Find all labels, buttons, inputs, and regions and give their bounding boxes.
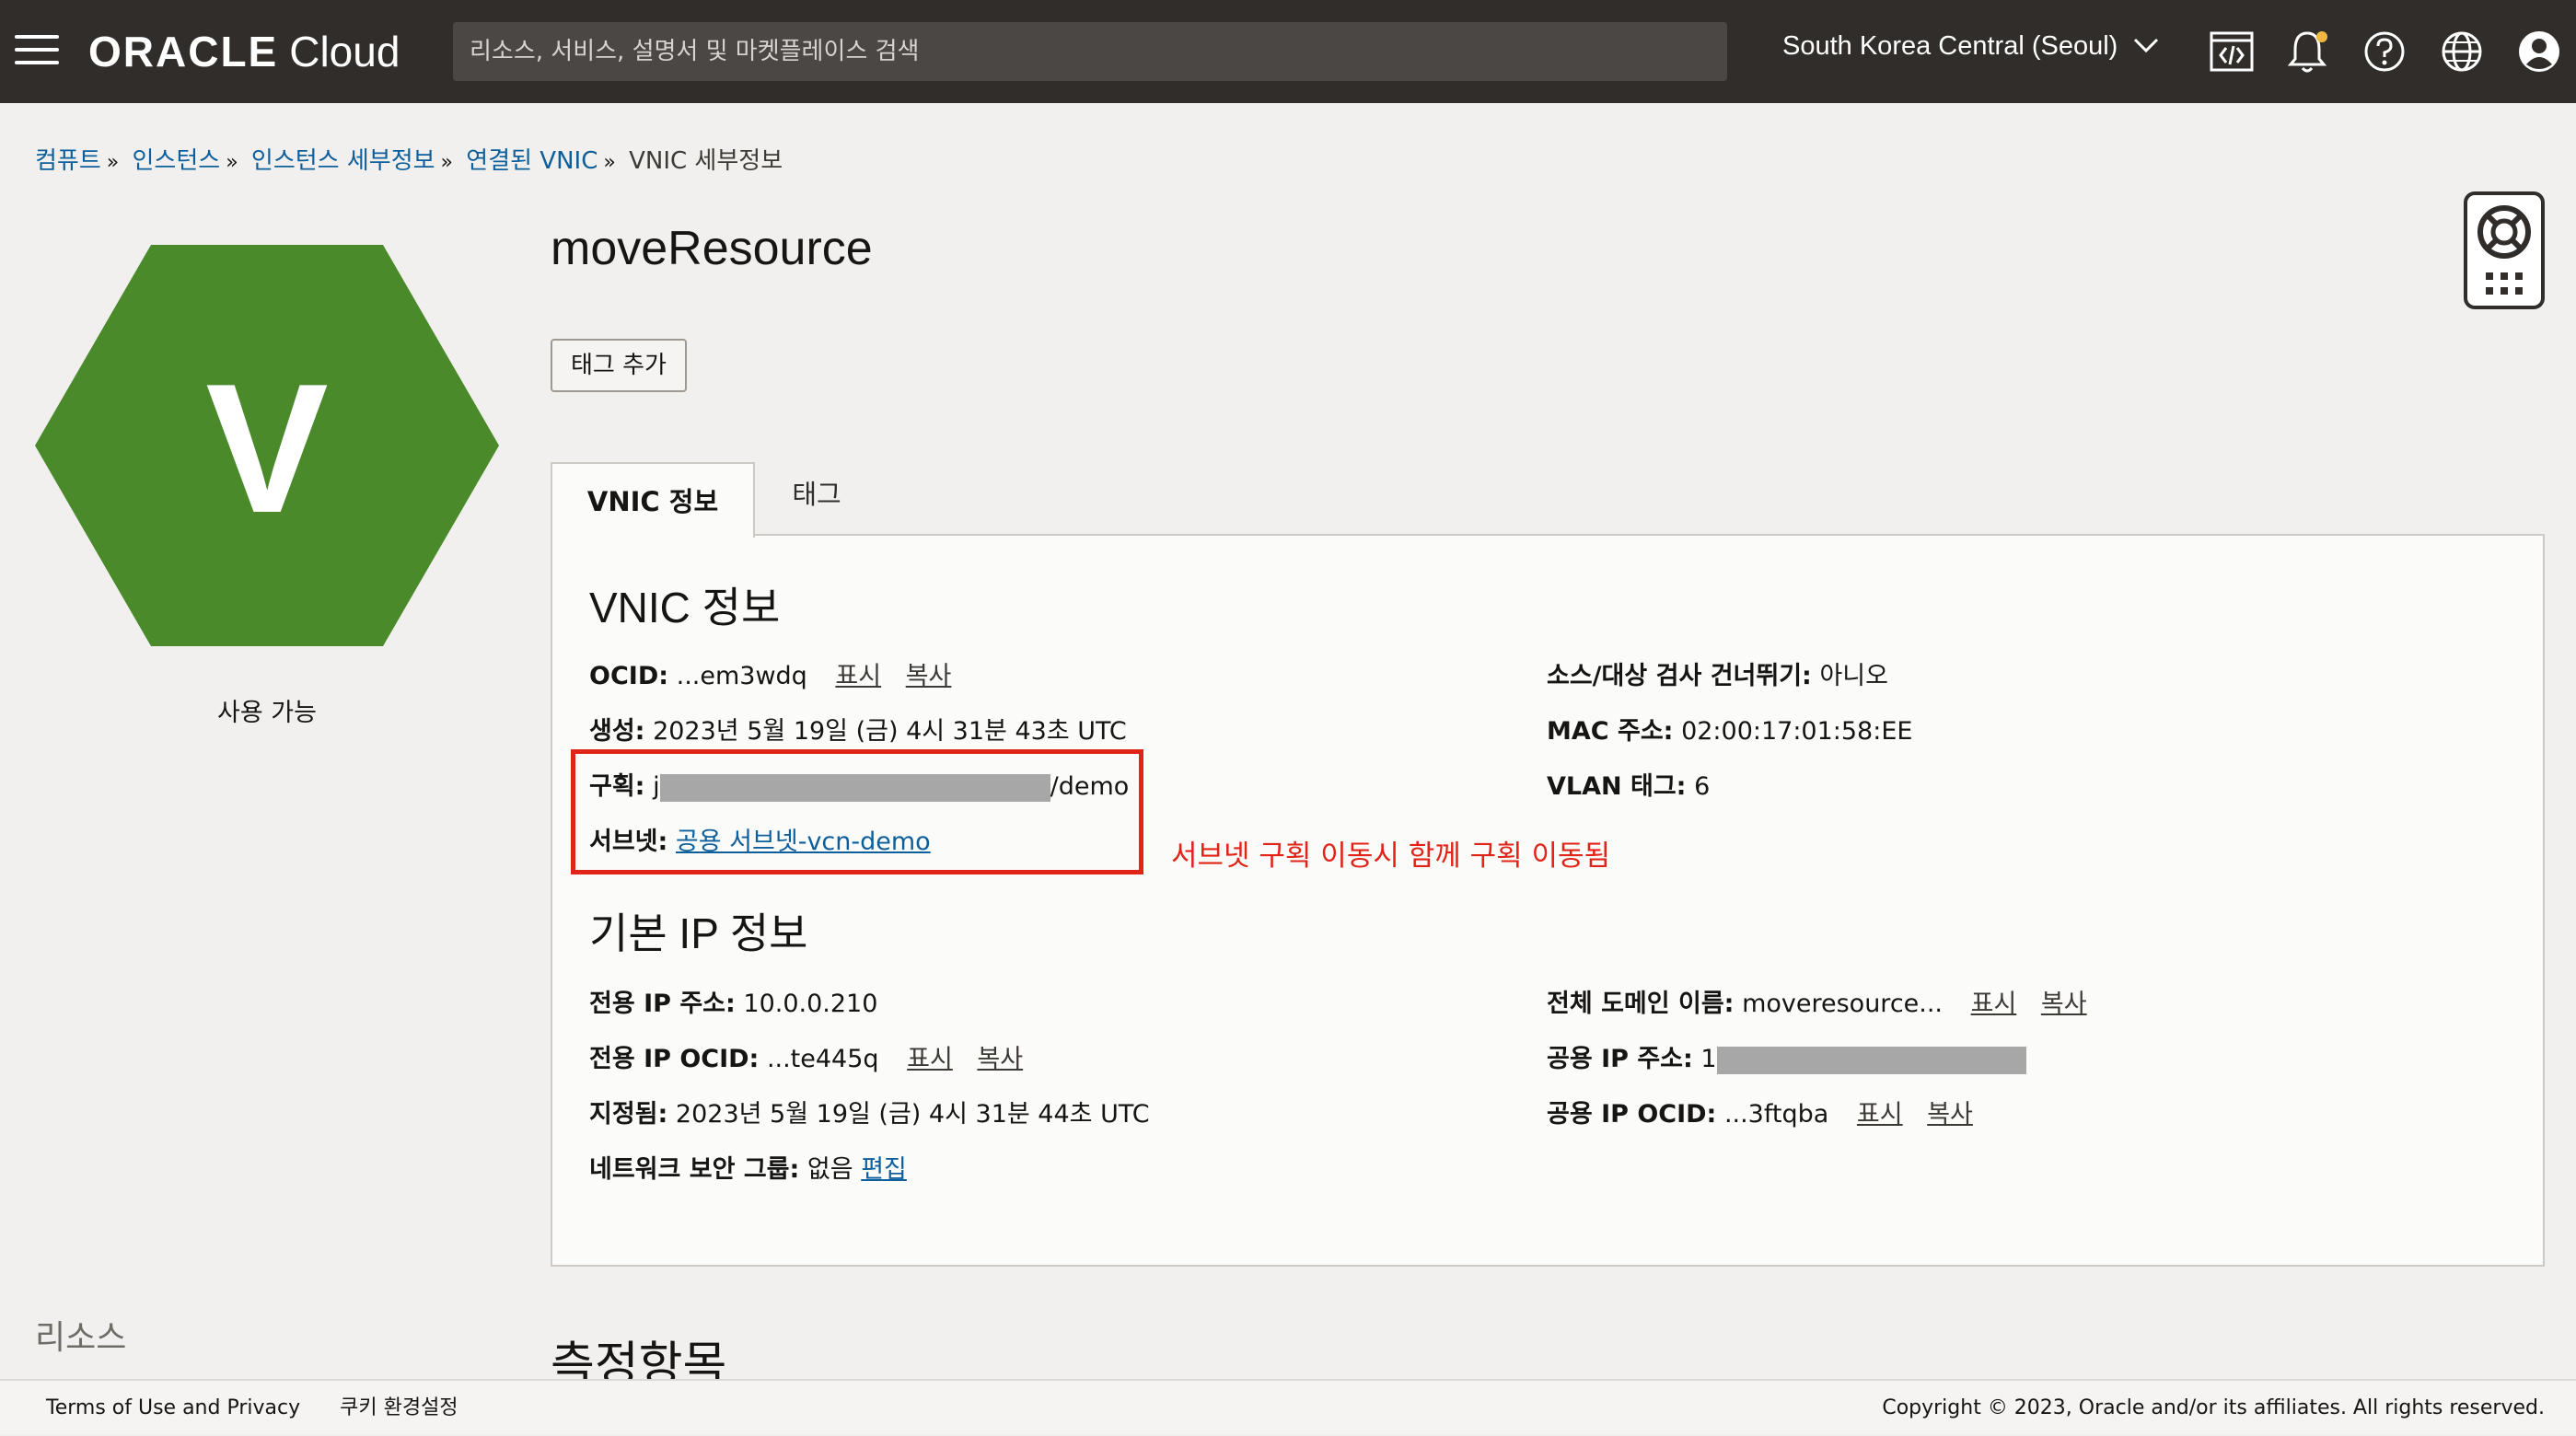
- ocid-row: OCID: ...em3wdq 표시 복사: [589, 662, 952, 690]
- region-selector[interactable]: South Korea Central (Seoul): [1782, 31, 2160, 62]
- private-ocid-row: 전용 IP OCID: ...te445q 표시 복사: [589, 1045, 1024, 1073]
- tab-vnic-info[interactable]: VNIC 정보: [551, 462, 755, 538]
- fqdn-copy-link[interactable]: 복사: [2041, 990, 2087, 1018]
- top-navigation-bar: ORACLE Cloud 리소스, 서비스, 설명서 및 마켓플레이스 검색 So…: [0, 0, 2576, 103]
- tab-tags[interactable]: 태그: [760, 462, 873, 538]
- resources-heading: 리소스: [35, 1319, 127, 1357]
- avatar-letter: V: [205, 346, 328, 551]
- ocid-copy-link[interactable]: 복사: [906, 662, 952, 690]
- cookie-preferences-link[interactable]: 쿠키 환경설정: [340, 1396, 458, 1419]
- fqdn-show-link[interactable]: 표시: [1971, 990, 2017, 1018]
- help-icon[interactable]: [2359, 26, 2410, 77]
- fqdn-row: 전체 도메인 이름: moveresource... 표시 복사: [1547, 990, 2087, 1018]
- vlan-row: VLAN 태그: 6: [1547, 772, 1711, 801]
- breadcrumb-compute[interactable]: 컴퓨트: [35, 147, 101, 175]
- breadcrumb: 컴퓨트» 인스턴스» 인스턴스 세부정보» 연결된 VNIC» VNIC 세부정…: [35, 147, 783, 175]
- menu-icon[interactable]: [15, 35, 59, 68]
- globe-icon[interactable]: [2436, 26, 2488, 77]
- lifebuoy-icon: [2477, 205, 2531, 295]
- primary-ip-heading: 기본 IP 정보: [589, 909, 808, 957]
- oracle-cloud-logo[interactable]: ORACLE Cloud: [88, 29, 400, 74]
- public-ocid-row: 공용 IP OCID: ...3ftqba 표시 복사: [1547, 1100, 1973, 1129]
- chevron-down-icon: [2132, 31, 2160, 62]
- terms-link[interactable]: Terms of Use and Privacy: [46, 1396, 300, 1419]
- user-icon[interactable]: [2513, 26, 2565, 77]
- public-ip-row: 공용 IP 주소: 1: [1547, 1038, 2026, 1074]
- cloud-shell-icon[interactable]: [2206, 26, 2257, 77]
- public-ocid-show-link[interactable]: 표시: [1857, 1100, 1903, 1129]
- created-row: 생성: 2023년 5월 19일 (금) 4시 31분 43초 UTC: [589, 717, 1127, 746]
- breadcrumb-instances[interactable]: 인스턴스: [133, 147, 221, 175]
- private-ocid-show-link[interactable]: 표시: [907, 1045, 953, 1073]
- highlight-box: [571, 749, 1143, 874]
- ocid-show-link[interactable]: 표시: [835, 662, 881, 690]
- breadcrumb-current: VNIC 세부정보: [629, 147, 783, 175]
- private-ocid-copy-link[interactable]: 복사: [977, 1045, 1023, 1073]
- search-input[interactable]: 리소스, 서비스, 설명서 및 마켓플레이스 검색: [453, 22, 1727, 81]
- footer: Terms of Use and Privacy 쿠키 환경설정 Copyrig…: [0, 1379, 2576, 1434]
- add-tag-button[interactable]: 태그 추가: [551, 339, 687, 392]
- annotation-text: 서브넷 구획 이동시 함께 구획 이동됨: [1171, 840, 1611, 873]
- bell-icon[interactable]: [2281, 26, 2333, 77]
- mac-row: MAC 주소: 02:00:17:01:58:EE: [1547, 717, 1913, 746]
- help-widget[interactable]: [2464, 191, 2545, 309]
- nsg-edit-link[interactable]: 편집: [861, 1155, 907, 1184]
- public-ocid-copy-link[interactable]: 복사: [1927, 1100, 1973, 1129]
- assigned-row: 지정됨: 2023년 5월 19일 (금) 4시 31분 44초 UTC: [589, 1100, 1150, 1129]
- vnic-info-heading: VNIC 정보: [589, 584, 781, 631]
- page-title: moveResource: [551, 222, 873, 275]
- breadcrumb-instance-details[interactable]: 인스턴스 세부정보: [251, 147, 435, 175]
- skip-check-row: 소스/대상 검사 건너뛰기: 아니오: [1547, 662, 1888, 690]
- nsg-row: 네트워크 보안 그룹: 없음 편집: [589, 1155, 907, 1184]
- status-label: 사용 가능: [217, 699, 317, 727]
- breadcrumb-attached-vnics[interactable]: 연결된 VNIC: [466, 147, 598, 175]
- redacted-block: [1716, 1046, 2026, 1074]
- private-ip-row: 전용 IP 주소: 10.0.0.210: [589, 990, 878, 1018]
- vnic-status-avatar: V: [35, 245, 499, 646]
- copyright-text: Copyright © 2023, Oracle and/or its affi…: [1882, 1396, 2545, 1419]
